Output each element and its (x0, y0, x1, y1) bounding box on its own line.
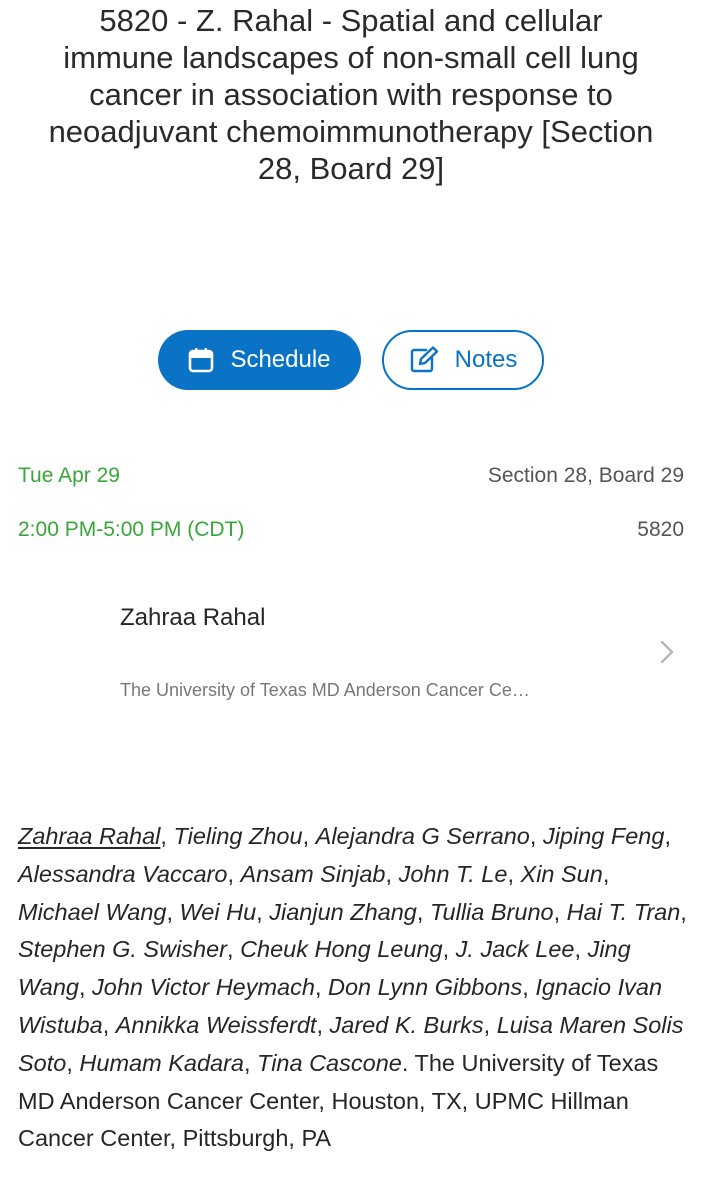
schedule-button[interactable]: Schedule (158, 330, 361, 390)
presenter-name: Zahraa Rahal (120, 604, 266, 631)
author-name: Jiping Feng (542, 823, 665, 849)
presenter-row[interactable]: Zahraa Rahal The University of Texas MD … (0, 590, 702, 720)
author-name: Hai T. Tran (566, 898, 681, 925)
notes-label: Notes (454, 346, 518, 373)
edit-note-icon (409, 346, 439, 374)
author-name: Wei Hu (179, 898, 257, 925)
session-time: 2:00 PM-5:00 PM (CDT) (18, 518, 245, 541)
author-name: Tullia Bruno (429, 898, 554, 925)
author-name: Alessandra Vaccaro (18, 860, 228, 887)
author-name: Tieling Zhou (173, 823, 303, 849)
presenter-affiliation: The University of Texas MD Anderson Canc… (120, 680, 530, 700)
authors-block: Zahraa Rahal, Tieling Zhou, Alejandra G … (18, 823, 687, 1152)
author-name: Cheuk Hong Leung (240, 936, 443, 963)
author-name: Zahraa Rahal (18, 823, 161, 849)
author-name: Tina Cascone (257, 1049, 402, 1076)
author-name: Annikka Weissferdt (115, 1011, 317, 1038)
author-name: Humam Kadara (79, 1049, 244, 1076)
author-name: Alejandra G Serrano (315, 823, 530, 849)
author-name: J. Jack Lee (455, 936, 575, 963)
calendar-icon (188, 347, 214, 373)
author-name: John T. Le (398, 860, 508, 887)
author-name: Jianjun Zhang (269, 898, 417, 925)
chevron-right-icon (660, 640, 674, 669)
author-name: Michael Wang (18, 898, 167, 925)
author-name: Don Lynn Gibbons (328, 974, 523, 1001)
session-location: Section 28, Board 29 (487, 464, 684, 487)
schedule-label: Schedule (230, 346, 331, 373)
author-name: John Victor Heymach (92, 974, 315, 1001)
author-name: Ansam Sinjab (240, 860, 386, 887)
author-name: Stephen G. Swisher (18, 936, 227, 963)
author-name: Jared K. Burks (329, 1011, 484, 1038)
author-name: Xin Sun (520, 860, 603, 887)
abstract-number: 5820 (637, 518, 684, 541)
notes-button[interactable]: Notes (382, 330, 544, 390)
abstract-title: 5820 - Z. Rahal - Spatial and cellular i… (48, 3, 654, 186)
session-date: Tue Apr 29 (18, 464, 120, 487)
